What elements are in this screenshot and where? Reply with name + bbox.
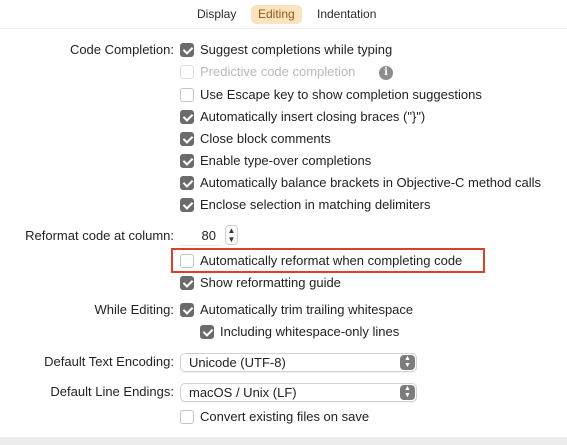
checkbox-box[interactable] (180, 176, 194, 190)
checkbox-label: Predictive code completion (200, 64, 356, 79)
code-completion-label: Code Completion: (69, 42, 174, 57)
checkbox-box[interactable] (200, 325, 214, 339)
checkbox-label: Use Escape key to show completion sugges… (200, 87, 482, 102)
text-encoding-label: Default Text Encoding: (44, 354, 174, 369)
popup-value: macOS / Unix (LF) (189, 385, 297, 400)
while-editing-label: While Editing: (94, 302, 174, 317)
chevron-updown-icon: ▲ ▼ (400, 385, 415, 400)
checkbox-box[interactable] (180, 88, 194, 102)
tab-indentation[interactable]: Indentation (310, 5, 383, 24)
checkbox-label: Enable type-over completions (200, 153, 372, 168)
checkbox-label: Show reformatting guide (200, 275, 341, 290)
column-stepper[interactable]: ▲ ▼ (225, 225, 238, 245)
chevron-updown-icon: ▲ ▼ (400, 355, 415, 370)
popup-value: Unicode (UTF-8) (189, 355, 286, 370)
reformat-column-field[interactable]: 80 (180, 226, 220, 246)
stepper-down-icon[interactable]: ▼ (226, 235, 237, 244)
info-icon[interactable]: i (379, 66, 393, 80)
bottom-bar (0, 437, 567, 445)
tab-display[interactable]: Display (190, 5, 243, 24)
checkbox-label: Close block comments (200, 131, 331, 146)
checkbox-label: Convert existing files on save (200, 409, 370, 424)
stepper-up-icon[interactable]: ▲ (226, 226, 237, 235)
checkbox-box[interactable] (180, 198, 194, 212)
checkbox-label: Enclose selection in matching delimiters (200, 197, 431, 212)
checkbox-box (180, 65, 194, 79)
checkbox-label: Automatically balance brackets in Object… (200, 175, 542, 190)
checkbox-label: Automatically insert closing braces ("}"… (200, 109, 426, 124)
line-endings-label: Default Line Endings: (50, 384, 174, 399)
text-encoding-popup[interactable]: Unicode (UTF-8) ▲ ▼ (180, 353, 417, 372)
reformat-column-label: Reformat code at column: (25, 228, 174, 243)
checkbox-box[interactable] (180, 276, 194, 290)
checkbox-label: Including whitespace-only lines (220, 324, 400, 339)
checkbox-label: Automatically trim trailing whitespace (200, 302, 414, 317)
checkbox-box[interactable] (180, 43, 194, 57)
checkbox-label: Automatically reformat when completing c… (200, 253, 463, 268)
checkbox-box[interactable] (180, 254, 194, 268)
checkbox-box[interactable] (180, 303, 194, 317)
checkbox-box[interactable] (180, 154, 194, 168)
tab-editing[interactable]: Editing (251, 5, 302, 24)
toolbar-divider (0, 28, 567, 29)
checkbox-label: Suggest completions while typing (200, 42, 393, 57)
checkbox-box[interactable] (180, 110, 194, 124)
checkbox-box[interactable] (180, 132, 194, 146)
checkbox-box[interactable] (180, 410, 194, 424)
line-endings-popup[interactable]: macOS / Unix (LF) ▲ ▼ (180, 383, 417, 402)
